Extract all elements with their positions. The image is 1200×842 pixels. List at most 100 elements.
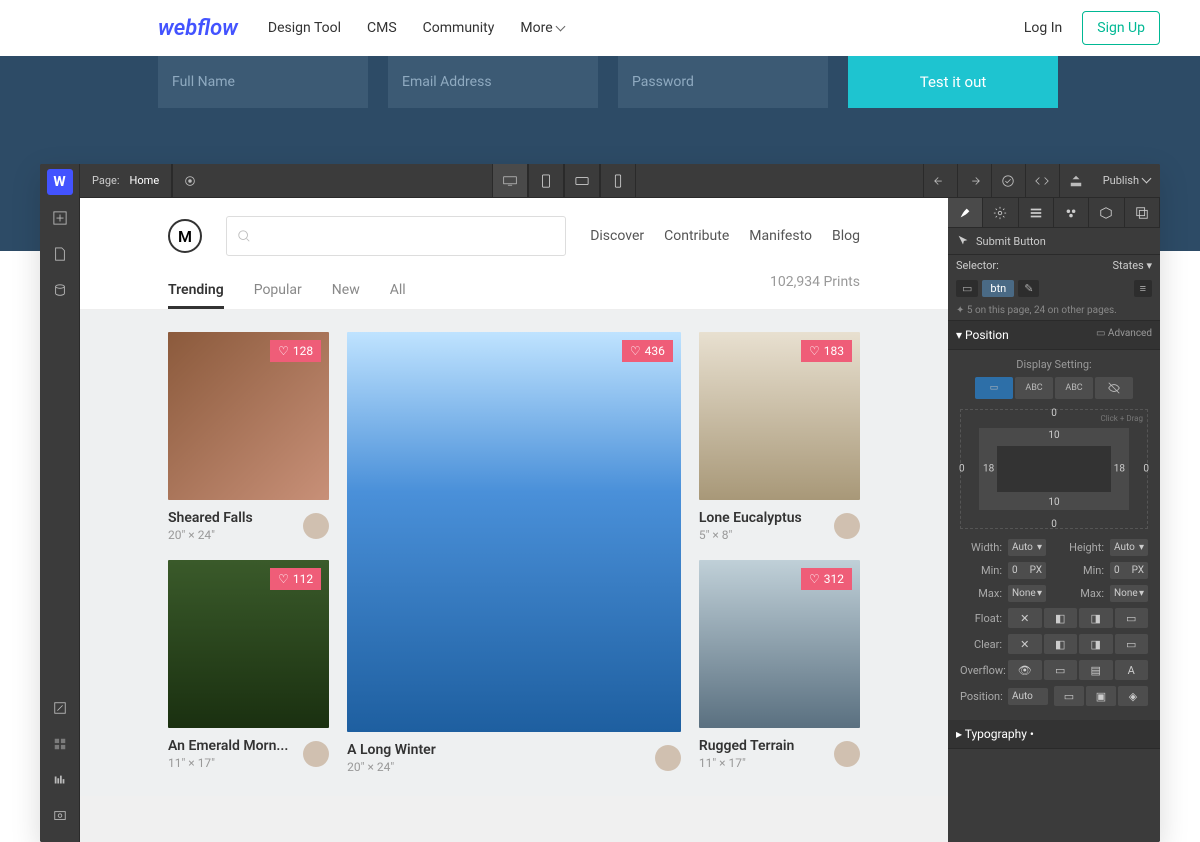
typography-section-header[interactable]: ▸ Typography • (948, 720, 1160, 749)
site-logo[interactable]: M (168, 219, 202, 253)
password-input[interactable] (618, 56, 828, 108)
max-height-input[interactable]: None▾ (1110, 585, 1148, 602)
float-right-button[interactable]: ◨ (1079, 608, 1113, 628)
width-input[interactable]: Auto▾ (1008, 539, 1046, 556)
nav-cms[interactable]: CMS (367, 20, 397, 36)
like-badge[interactable]: ♡128 (270, 340, 321, 362)
card-sheared-falls[interactable]: ♡128 Sheared Falls20" × 24" (168, 332, 329, 542)
selector-menu-icon[interactable]: ≡ (1134, 280, 1152, 297)
position-input[interactable]: Auto (1008, 688, 1048, 705)
card-lone-eucalyptus[interactable]: ♡183 Lone Eucalyptus5" × 8" (699, 332, 860, 542)
search-icon (237, 229, 251, 243)
like-badge[interactable]: ♡436 (622, 340, 673, 362)
login-link[interactable]: Log In (1024, 20, 1062, 36)
height-input[interactable]: Auto▾ (1110, 539, 1148, 556)
page-selector[interactable]: Page: Home (80, 164, 172, 197)
test-it-out-button[interactable]: Test it out (848, 56, 1058, 108)
code-icon[interactable] (1025, 164, 1059, 198)
like-badge[interactable]: ♡312 (801, 568, 852, 590)
navigator-icon[interactable] (40, 690, 80, 726)
card-long-winter[interactable]: ♡436 A Long Winter20" × 24" (347, 332, 681, 774)
export-icon[interactable] (1059, 164, 1093, 198)
clear-none-button[interactable]: ✕ (1008, 634, 1042, 654)
overflow-auto-button[interactable]: A (1115, 660, 1149, 680)
card-rugged-terrain[interactable]: ♡312 Rugged Terrain11" × 17" (699, 560, 860, 770)
display-none-icon[interactable] (1095, 377, 1133, 399)
box-model[interactable]: 0 0 0 0 Click + Drag 10 18 18 10 (960, 409, 1148, 529)
tab-all[interactable]: All (390, 274, 406, 309)
selector-icon[interactable]: ▭ (956, 280, 978, 297)
mobile-icon[interactable] (600, 164, 636, 197)
overflow-hidden-button[interactable]: ▭ (1044, 660, 1078, 680)
preview-eye-icon[interactable] (172, 164, 206, 198)
display-inline-icon[interactable]: ABC (1055, 377, 1093, 399)
site-nav-manifesto[interactable]: Manifesto (749, 228, 812, 244)
position-fixed-button[interactable]: ◈ (1118, 686, 1148, 706)
tab-popular[interactable]: Popular (254, 274, 302, 309)
audit-icon[interactable] (40, 762, 80, 798)
grid-icon[interactable] (40, 726, 80, 762)
float-full-button[interactable]: ▭ (1115, 608, 1149, 628)
nav-more[interactable]: More (520, 20, 563, 36)
publish-button[interactable]: Publish (1093, 164, 1160, 197)
clear-both-button[interactable]: ▭ (1115, 634, 1149, 654)
avatar[interactable] (834, 741, 860, 767)
display-block-icon[interactable]: ▭ (975, 377, 1013, 399)
position-section-header[interactable]: ▾ Position ▭ Advanced (948, 321, 1160, 350)
display-inlineblock-icon[interactable]: ABC (1015, 377, 1053, 399)
effects-tab-icon[interactable] (1054, 198, 1089, 227)
site-nav-blog[interactable]: Blog (832, 228, 860, 244)
overflow-visible-button[interactable]: 👁 (1008, 660, 1042, 680)
webflow-w-icon[interactable]: W (40, 164, 80, 200)
assets-tab-icon[interactable] (1089, 198, 1124, 227)
site-nav-contribute[interactable]: Contribute (664, 228, 729, 244)
position-rel-button[interactable]: ▭ (1054, 686, 1084, 706)
avatar[interactable] (303, 513, 329, 539)
desktop-icon[interactable] (492, 164, 528, 197)
float-none-button[interactable]: ✕ (1008, 608, 1042, 628)
tab-trending[interactable]: Trending (168, 274, 224, 309)
avatar[interactable] (655, 745, 681, 771)
clear-right-button[interactable]: ◨ (1079, 634, 1113, 654)
style-tab-icon[interactable] (948, 198, 983, 227)
class-chip[interactable]: btn (982, 280, 1014, 297)
search-input[interactable] (226, 216, 566, 256)
add-icon[interactable] (40, 200, 80, 236)
overflow-scroll-button[interactable]: ▤ (1079, 660, 1113, 680)
backup-tab-icon[interactable] (1125, 198, 1160, 227)
signup-button[interactable]: Sign Up (1082, 11, 1160, 45)
float-left-button[interactable]: ◧ (1044, 608, 1078, 628)
tablet-landscape-icon[interactable] (564, 164, 600, 197)
fullname-input[interactable] (158, 56, 368, 108)
max-width-input[interactable]: None▾ (1008, 585, 1046, 602)
min-width-input[interactable]: 0PX (1008, 562, 1046, 579)
position-abs-button[interactable]: ▣ (1086, 686, 1116, 706)
undo-icon[interactable] (923, 164, 957, 198)
nav-community[interactable]: Community (423, 20, 495, 36)
webflow-logo[interactable]: webflow (158, 16, 238, 41)
layout-tab-icon[interactable] (1019, 198, 1054, 227)
avatar[interactable] (834, 513, 860, 539)
states-dropdown[interactable]: States ▾ (1113, 259, 1152, 272)
settings-tab-icon[interactable] (983, 198, 1018, 227)
tablet-icon[interactable] (528, 164, 564, 197)
nav-design-tool[interactable]: Design Tool (268, 20, 341, 36)
redo-icon[interactable] (957, 164, 991, 198)
element-label: Submit Button (948, 228, 1160, 255)
avatar[interactable] (303, 741, 329, 767)
page-icon[interactable] (40, 236, 80, 272)
like-badge[interactable]: ♡183 (801, 340, 852, 362)
card-emerald-morn[interactable]: ♡112 An Emerald Morn...11" × 17" (168, 560, 329, 770)
cms-icon[interactable] (40, 272, 80, 308)
style-panel: Submit Button Selector: States ▾ ▭ btn ✎… (948, 198, 1160, 842)
site-nav-discover[interactable]: Discover (590, 228, 644, 244)
email-input[interactable] (388, 56, 598, 108)
clear-left-button[interactable]: ◧ (1044, 634, 1078, 654)
check-icon[interactable] (991, 164, 1025, 198)
tab-new[interactable]: New (332, 274, 360, 309)
design-canvas[interactable]: M Discover Contribute Manifesto Blog Tre… (80, 198, 948, 842)
preview-icon[interactable] (40, 798, 80, 834)
like-badge[interactable]: ♡112 (270, 568, 321, 590)
min-height-input[interactable]: 0PX (1110, 562, 1148, 579)
edit-class-icon[interactable]: ✎ (1018, 280, 1039, 297)
